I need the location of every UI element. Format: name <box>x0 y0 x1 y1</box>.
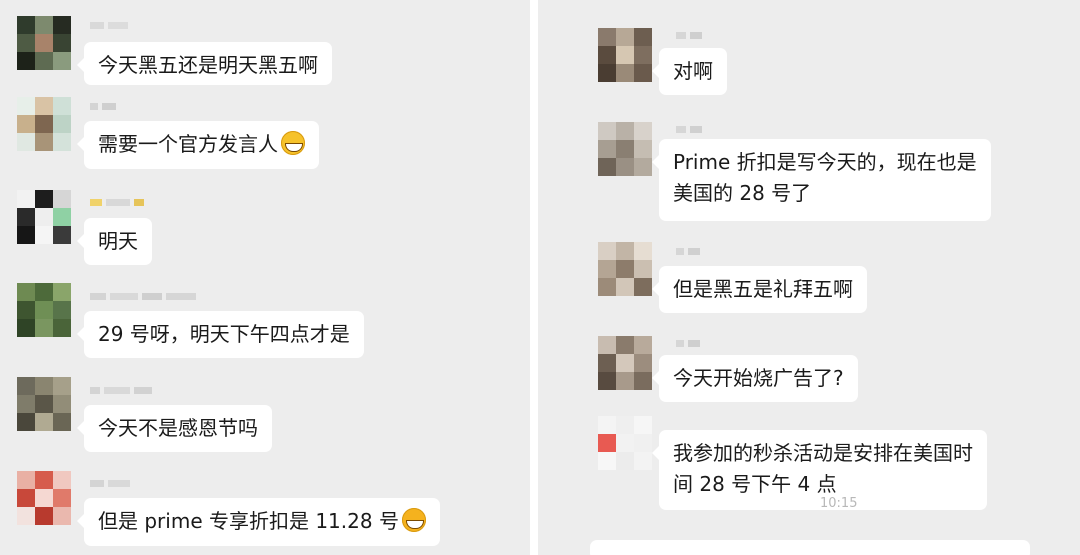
partial-bubble <box>590 540 1030 555</box>
sender-name-blurred <box>90 291 196 301</box>
message-text: Prime 折扣是写今天的，现在也是 <box>673 150 977 174</box>
sender-name-blurred <box>676 338 700 348</box>
avatar[interactable] <box>17 16 71 70</box>
sender-name-blurred <box>90 197 144 207</box>
sender-name-blurred <box>90 101 116 111</box>
chat-panel-right: 对啊 Prime 折扣是写今天的，现在也是 美国的 28 号了 但是黑五是礼拜五… <box>538 0 1080 555</box>
chat-panel-left: 今天黑五还是明天黑五啊 需要一个官方发言人 明天 29 号呀，明天下午四点才是 <box>0 0 530 555</box>
message-text: 今天开始烧广告了? <box>673 366 844 390</box>
avatar[interactable] <box>598 416 652 470</box>
message-bubble[interactable]: 但是 prime 专享折扣是 11.28 号 <box>77 498 440 546</box>
message-text: 明天 <box>98 229 138 253</box>
message-bubble[interactable]: 今天不是感恩节吗 <box>77 405 272 452</box>
message-bubble[interactable]: 明天 <box>77 218 152 265</box>
message-bubble[interactable]: Prime 折扣是写今天的，现在也是 美国的 28 号了 <box>652 139 991 221</box>
sender-name-blurred <box>676 246 700 256</box>
sender-name-blurred <box>90 20 128 30</box>
avatar[interactable] <box>17 190 71 244</box>
message-text: 美国的 28 号了 <box>673 181 812 205</box>
laughing-tears-emoji <box>401 508 426 532</box>
grinning-face-emoji <box>281 131 305 155</box>
message-text: 对啊 <box>673 59 713 83</box>
message-text: 我参加的秒杀活动是安排在美国时 <box>673 441 973 465</box>
message-bubble[interactable]: 需要一个官方发言人 <box>77 121 319 169</box>
avatar[interactable] <box>17 97 71 151</box>
timestamp: 10:15 <box>820 496 858 511</box>
avatar[interactable] <box>598 122 652 176</box>
avatar[interactable] <box>598 28 652 82</box>
message-bubble[interactable]: 29 号呀，明天下午四点才是 <box>77 311 364 358</box>
message-bubble[interactable]: 对啊 <box>652 48 727 95</box>
avatar[interactable] <box>598 242 652 296</box>
message-text: 但是黑五是礼拜五啊 <box>673 277 853 301</box>
sender-name-blurred <box>90 478 130 488</box>
sender-name-blurred <box>676 124 702 134</box>
message-text: 今天黑五还是明天黑五啊 <box>98 53 318 77</box>
message-bubble[interactable]: 今天开始烧广告了? <box>652 355 858 402</box>
message-text: 29 号呀，明天下午四点才是 <box>98 322 350 346</box>
avatar[interactable] <box>598 336 652 390</box>
avatar[interactable] <box>17 377 71 431</box>
message-text: 今天不是感恩节吗 <box>98 416 258 440</box>
message-bubble[interactable]: 今天黑五还是明天黑五啊 <box>77 42 332 85</box>
avatar[interactable] <box>17 471 71 525</box>
sender-name-blurred <box>90 385 152 395</box>
message-bubble[interactable]: 但是黑五是礼拜五啊 <box>652 266 867 313</box>
message-text: 但是 prime 专享折扣是 11.28 号 <box>98 509 399 533</box>
avatar[interactable] <box>17 283 71 337</box>
sender-name-blurred <box>676 30 702 40</box>
message-text: 需要一个官方发言人 <box>98 132 278 156</box>
